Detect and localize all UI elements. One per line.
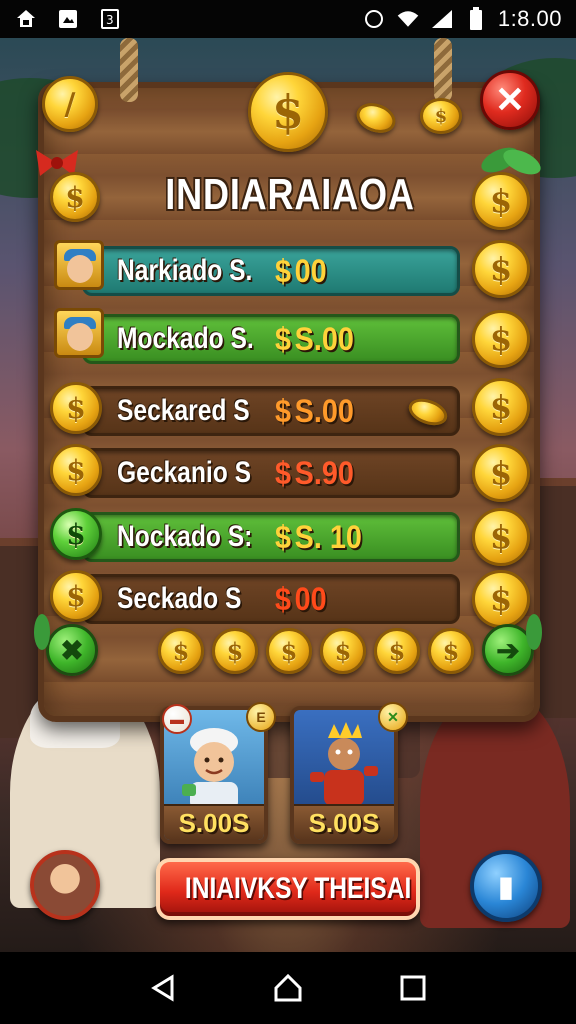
svg-text:3: 3 <box>106 13 114 27</box>
close-icon: ✕ <box>494 79 526 120</box>
card-price: S.00S <box>164 804 264 840</box>
coin-icon: $ <box>50 444 102 496</box>
green-coin-icon: $ <box>50 508 102 560</box>
coin-icon: $ <box>374 628 420 674</box>
player-score: $00 <box>275 580 327 617</box>
leaderboard-row[interactable]: Seckado S $00 <box>82 574 460 624</box>
player-avatar <box>54 240 104 290</box>
player-score: $ S. 10 <box>275 518 362 555</box>
rope-right <box>434 38 452 102</box>
wifi-icon <box>396 7 420 31</box>
coin-icon: $ <box>472 240 530 298</box>
coin-icon: $ <box>472 508 530 566</box>
status-bar: 3 1:8.00 <box>0 0 576 38</box>
battery-icon <box>464 7 488 31</box>
player-score: $00 <box>275 252 327 289</box>
player-name: Seckared S <box>117 394 250 427</box>
coin-icon: $ <box>420 98 462 134</box>
clock: 1:8.00 <box>497 6 562 31</box>
player-name: Geckanio S <box>117 456 251 489</box>
coin-icon: / <box>42 76 98 132</box>
main-action-label: INIAIVKSY THEISAI <box>184 872 412 905</box>
leaderboard-row[interactable]: Mockado S. $ S.00 <box>82 314 460 364</box>
leaderboard-row[interactable]: Nockado S: $ S. 10 <box>82 512 460 562</box>
menu-button[interactable]: ▮ <box>470 850 542 922</box>
coin-icon: $ <box>50 382 102 434</box>
info-badge-icon: E <box>246 702 276 732</box>
recents-button[interactable] <box>393 968 433 1008</box>
back-button[interactable] <box>143 968 183 1008</box>
coin-icon: $ <box>212 628 258 674</box>
player-avatar <box>54 308 104 358</box>
coin-icon: $ <box>472 378 530 436</box>
signal-icon <box>430 7 454 31</box>
coin-icon: $ <box>266 628 312 674</box>
rope-left <box>120 38 138 102</box>
close-button[interactable]: ✕ <box>480 70 540 130</box>
coin-icon: $ <box>472 172 530 230</box>
cross-icon: ✖ <box>60 634 84 666</box>
coin-icon: $ <box>50 570 102 622</box>
game-scene: / $ $ ✕ INDIARAIAOA $ $ $ $ $ $ $ $ Nark… <box>0 38 576 952</box>
board-title: INDIARAIAOA <box>165 170 415 219</box>
player-score: $ S.00 <box>275 320 354 357</box>
leaderboard-row[interactable]: Seckared S $ S.00 <box>82 386 460 436</box>
main-action-button[interactable]: INIAIVKSY THEISAI <box>156 858 420 920</box>
coin-icon: $ <box>158 628 204 674</box>
check-badge-icon: ✕ <box>378 702 408 732</box>
card-price: S.00S <box>294 804 394 840</box>
system-nav-bar <box>0 952 576 1024</box>
recents-icon <box>400 975 426 1001</box>
player-score: $ S.90 <box>275 454 354 491</box>
leaderboard-row[interactable]: Narkiado S. $00 <box>82 246 460 296</box>
player-name: Mockado S. <box>117 322 254 355</box>
back-icon <box>150 974 174 1002</box>
pause-icon: ▮ <box>498 870 514 902</box>
coin-icon: $ <box>428 628 474 674</box>
home-icon <box>274 973 302 1002</box>
sale-badge-icon: ▬ <box>162 704 192 734</box>
profile-button[interactable] <box>30 850 100 920</box>
coin-icon: $ <box>50 172 100 222</box>
coin-icon: $ <box>320 628 366 674</box>
leaf-icon <box>522 612 546 652</box>
coin-icon: $ <box>472 310 530 368</box>
big-coin-icon: $ <box>248 72 328 152</box>
circle-status-icon <box>362 7 386 31</box>
player-name: Nockado S: <box>117 520 253 553</box>
game-notification-icon <box>14 7 38 31</box>
player-name: Narkiado S. <box>117 254 253 287</box>
photo-notification-icon <box>56 7 80 31</box>
coin-icon: $ <box>472 444 530 502</box>
player-name: Seckado S <box>117 582 242 615</box>
player-score: $ S.00 <box>275 392 354 429</box>
leaderboard-row[interactable]: Geckanio S $ S.90 <box>82 448 460 498</box>
leaf-icon <box>30 612 54 652</box>
app-notification-icon: 3 <box>98 7 122 31</box>
arrow-right-icon: ➔ <box>496 634 520 666</box>
home-button[interactable] <box>268 968 308 1008</box>
